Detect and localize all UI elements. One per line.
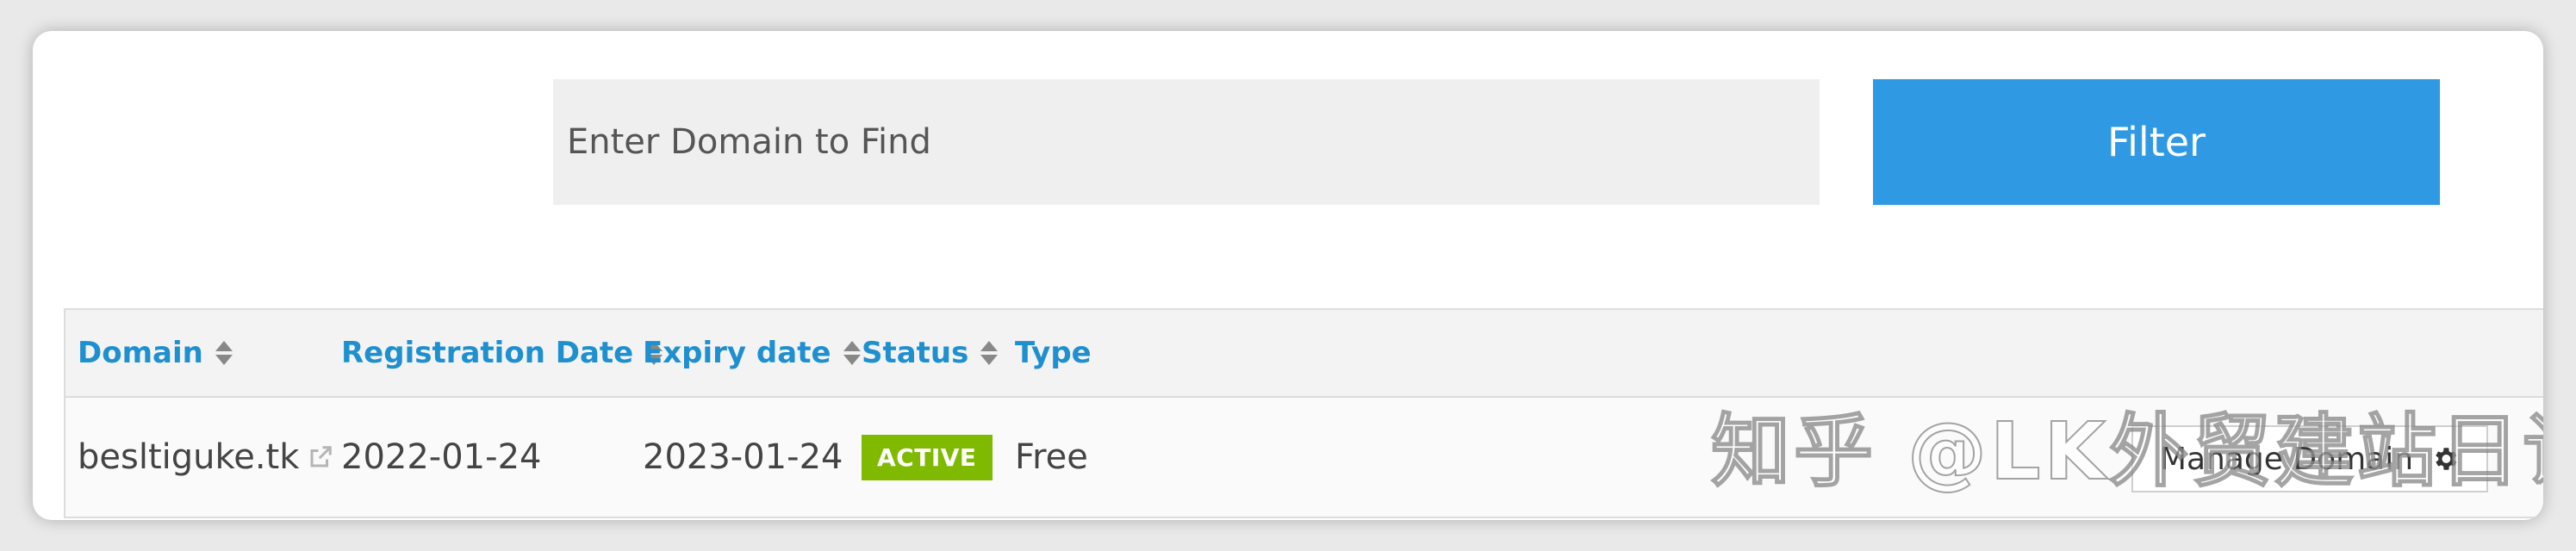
column-header-domain[interactable]: Domain: [78, 310, 233, 396]
column-header-label: Expiry date: [643, 336, 831, 370]
sort-icon[interactable]: [980, 340, 999, 366]
column-header-registration-date[interactable]: Registration Date: [341, 310, 663, 396]
column-header-label: Domain: [78, 336, 203, 370]
external-link-icon[interactable]: [308, 444, 333, 470]
table-header: Domain Registration Date Expiry date Sta…: [64, 308, 2543, 398]
column-header-label: Type: [1015, 336, 1092, 370]
domain-search-input[interactable]: [553, 79, 1820, 205]
domain-cell: besltiguke.tk: [78, 398, 333, 517]
manage-domain-button[interactable]: Manage Domain: [2131, 425, 2488, 492]
filter-button[interactable]: Filter: [1873, 79, 2440, 205]
registration-date-cell: 2022-01-24: [341, 437, 542, 477]
manage-domain-label: Manage Domain: [2159, 441, 2414, 477]
status-badge: ACTIVE: [862, 434, 992, 480]
column-header-type: Type: [1015, 310, 1092, 396]
type-cell: Free: [1015, 437, 1088, 477]
table-row: besltiguke.tk 2022-01-24 2023-01-24 ACTI…: [64, 398, 2543, 518]
expiry-date-cell: 2023-01-24: [643, 437, 843, 477]
sort-icon[interactable]: [215, 340, 233, 366]
status-cell: ACTIVE: [862, 398, 992, 517]
sort-icon[interactable]: [843, 340, 861, 366]
column-header-expiry-date[interactable]: Expiry date: [643, 310, 861, 396]
domains-panel: Filter Domain Registration Date Expiry d…: [33, 31, 2543, 520]
gear-icon: [2436, 448, 2457, 470]
column-header-label: Status: [862, 336, 969, 370]
domains-table: Domain Registration Date Expiry date Sta…: [64, 308, 2543, 520]
column-header-label: Registration Date: [341, 336, 634, 370]
column-header-status[interactable]: Status: [862, 310, 999, 396]
domain-name[interactable]: besltiguke.tk: [78, 437, 299, 477]
